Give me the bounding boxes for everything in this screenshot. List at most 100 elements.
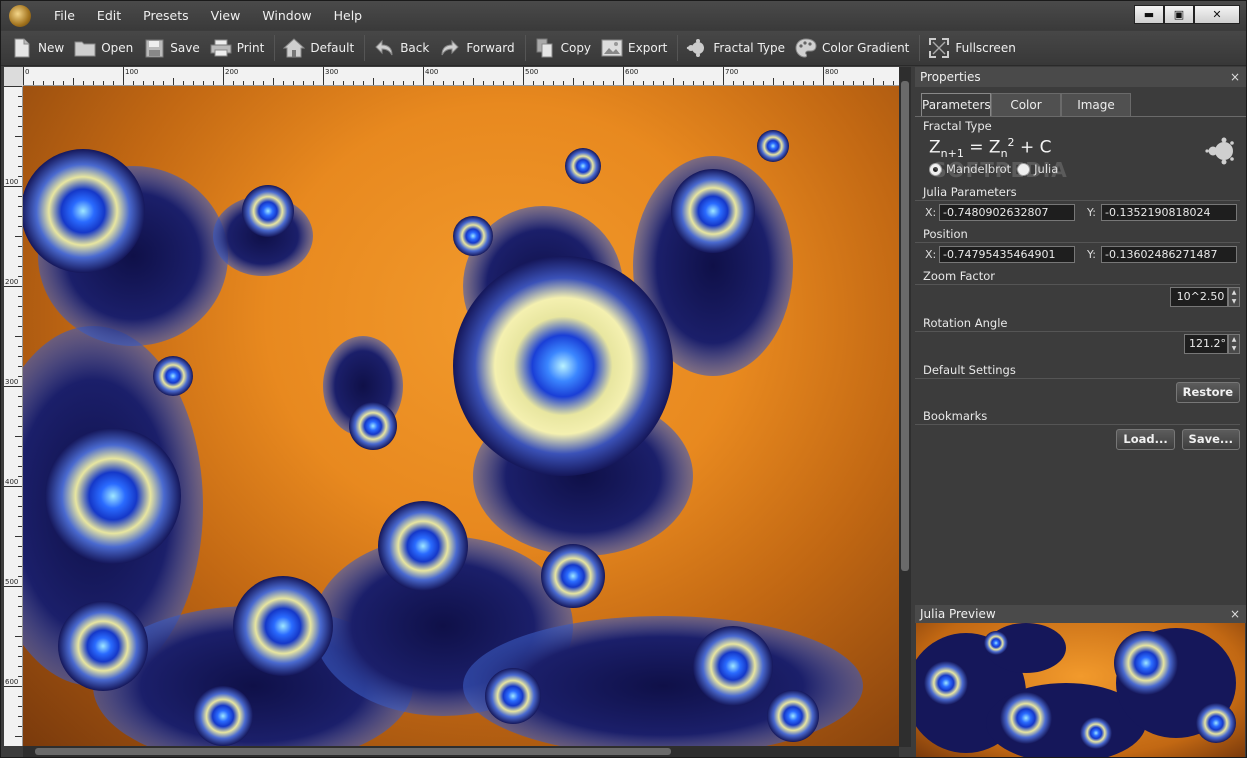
color-gradient-label: Color Gradient [822,41,910,55]
julia-preview-canvas[interactable] [916,623,1245,757]
mandelbrot-shape-icon [1204,136,1238,169]
rotation-angle-input[interactable]: 121.2° [1184,334,1228,354]
julia-label: Julia [1034,162,1059,177]
menu-help[interactable]: Help [323,1,374,30]
properties-tabs: Parameters Color Image [915,87,1246,117]
open-button[interactable]: Open [70,34,137,62]
ruler-left-label: 400 [5,478,19,486]
save-label: Save [170,41,200,55]
rotation-spin-arrows-icon[interactable]: ▲ ▼ [1228,334,1240,354]
formula-eq: = [963,137,989,158]
menu-view[interactable]: View [200,1,252,30]
julia-preview-title-bar: Julia Preview × [915,605,1246,623]
app-logo-icon[interactable] [9,4,31,27]
menu-presets[interactable]: Presets [132,1,200,30]
window-controls: ▬ ▣ ✕ [1134,5,1240,24]
save-button[interactable]: Save [139,34,203,62]
forward-label: Forward [466,41,515,55]
copy-icon [534,37,556,59]
zoom-factor-label: Zoom Factor [915,266,1240,285]
zoom-factor-input[interactable]: 10^2.50 [1170,287,1228,307]
back-arrow-icon [373,37,395,59]
tab-image[interactable]: Image [1061,93,1131,116]
fractal-type-button[interactable]: Fractal Type [682,34,789,62]
formula-plus-c: + C [1014,137,1052,158]
julia-y-label: Y: [1087,206,1096,219]
radio-selected-icon [929,162,942,176]
julia-radio[interactable]: Julia [1017,162,1058,176]
ruler-vertical: 100 200 300 400 500 600 [4,86,23,746]
canvas-vertical-scroll-thumb[interactable] [901,81,909,571]
forward-button[interactable]: Forward [435,34,518,62]
fractal-type-radios: Mandelbrot Julia [915,162,1246,176]
back-button[interactable]: Back [369,34,433,62]
properties-close-icon[interactable]: × [1230,67,1240,87]
default-label: Default [310,41,355,55]
load-bookmark-button[interactable]: Load... [1116,429,1175,450]
bookmarks-row: Load... Save... [915,425,1246,454]
fullscreen-icon [928,37,950,59]
toolbar-separator [919,35,921,61]
floppy-disk-icon [143,37,165,59]
default-button[interactable]: Default [279,34,358,62]
tab-color[interactable]: Color [991,93,1061,116]
fractal-canvas[interactable] [23,86,899,746]
menu-edit[interactable]: Edit [86,1,132,30]
restore-button[interactable]: Restore [1175,382,1240,403]
mandelbrot-label: Mandelbrot [946,162,1012,177]
close-window-button[interactable]: ✕ [1194,5,1240,24]
position-label: Position [915,224,1240,243]
zoom-spin-arrows-icon[interactable]: ▲ ▼ [1228,287,1240,307]
julia-y-input[interactable]: -0.1352190818024 [1101,204,1237,221]
formula-lhs: Z [929,137,941,158]
forward-arrow-icon [439,37,461,59]
ruler-top-label: 100 [125,68,139,76]
position-y-label: Y: [1087,248,1096,261]
ruler-top-label: 0 [25,68,30,76]
open-label: Open [101,41,134,55]
julia-parameters-label: Julia Parameters [915,182,1240,201]
menu-window[interactable]: Window [251,1,322,30]
zoom-factor-spinbox: 10^2.50 ▲ ▼ [915,285,1246,309]
print-button[interactable]: Print [206,34,269,62]
fractal-formula: Zn+1 = Zn2 + C [915,134,1246,162]
julia-params-row: X: -0.7480902632807 Y: -0.1352190818024 [915,201,1246,224]
save-bookmark-button[interactable]: Save... [1181,429,1240,450]
export-button[interactable]: Export [597,34,671,62]
toolbar-separator [677,35,679,61]
formula-lhs-sub: n+1 [940,147,964,161]
new-label: New [38,41,65,55]
ruler-top-label: 800 [825,68,839,76]
radio-unselected-icon [1017,162,1031,176]
position-x-input[interactable]: -0.74795435464901 [939,246,1075,263]
minimize-button[interactable]: ▬ [1134,5,1164,24]
ruler-left-label: 200 [5,278,19,286]
julia-preview-close-icon[interactable]: × [1230,605,1240,623]
menu-file[interactable]: File [43,1,86,30]
tab-parameters[interactable]: Parameters [921,93,991,116]
copy-button[interactable]: Copy [530,34,595,62]
maximize-button[interactable]: ▣ [1164,5,1194,24]
ruler-top-label: 200 [225,68,239,76]
color-gradient-button[interactable]: Color Gradient [791,34,913,62]
copy-label: Copy [560,41,592,55]
ruler-top-label: 400 [425,68,439,76]
mandelbrot-radio[interactable]: Mandelbrot [929,162,1011,176]
ruler-left-label: 500 [5,578,19,586]
canvas-horizontal-scroll-thumb[interactable] [35,748,671,755]
new-button[interactable]: New [7,34,68,62]
toolbar-separator [364,35,366,61]
julia-x-label: X: [925,206,937,219]
bookmarks-label: Bookmarks [915,406,1240,425]
julia-x-input[interactable]: -0.7480902632807 [939,204,1075,221]
default-settings-label: Default Settings [915,360,1240,379]
properties-title-bar: Properties × [915,67,1246,87]
position-y-input[interactable]: -0.13602486271487 [1101,246,1237,263]
printer-icon [210,37,232,59]
formula-rhs-sup: 2 [1007,136,1015,149]
position-row: X: -0.74795435464901 Y: -0.1360248627148… [915,243,1246,266]
ruler-top-label: 500 [525,68,539,76]
fullscreen-button[interactable]: Fullscreen [924,34,1019,62]
ruler-left-label: 300 [5,378,19,386]
toolbar-separator [524,35,526,61]
